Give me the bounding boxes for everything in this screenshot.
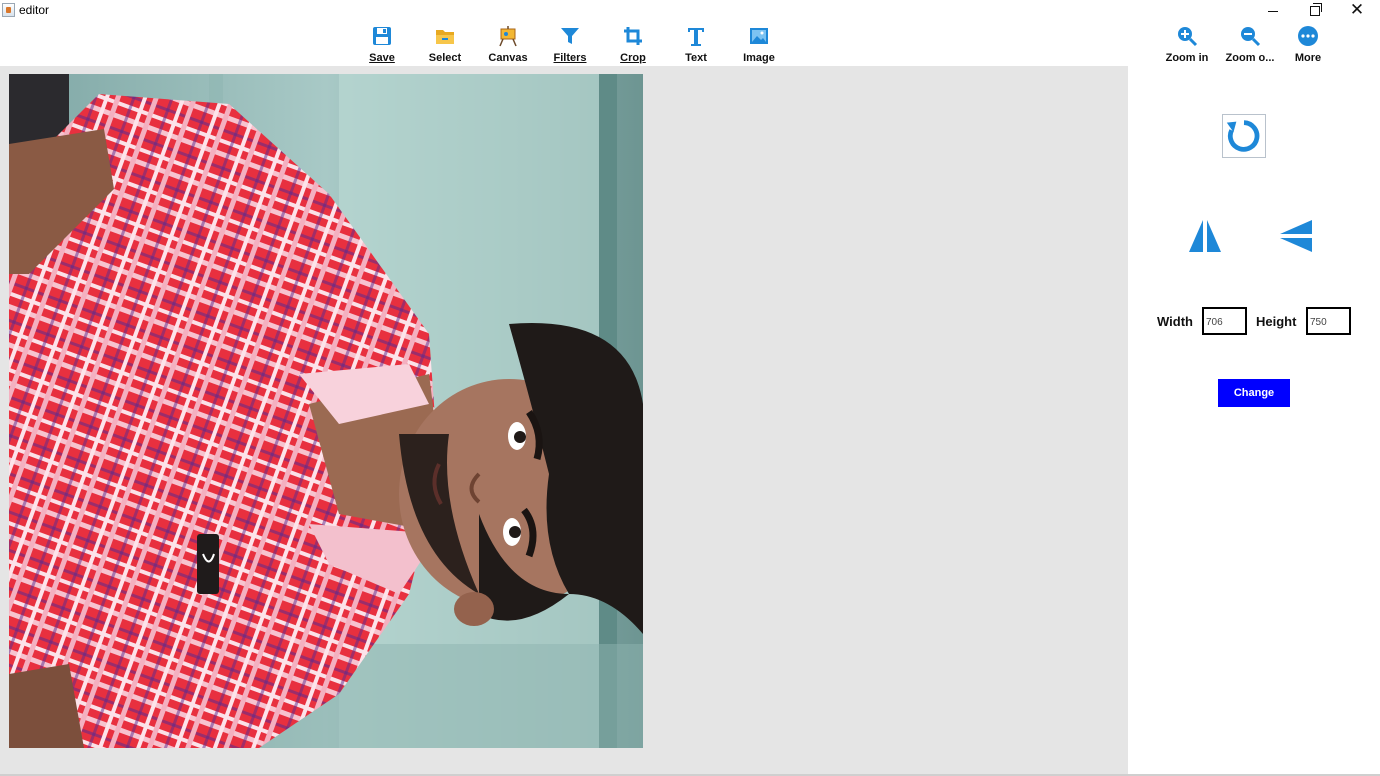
java-cup-icon [2,3,15,17]
photo-image[interactable] [9,74,643,748]
image-label: Image [743,52,775,64]
filters-label: Filters [553,52,587,64]
more-button[interactable]: More [1278,22,1338,66]
canvas-label: Canvas [488,52,528,64]
close-icon: ✕ [1349,0,1365,19]
minimize-button[interactable] [1253,0,1293,20]
window-title: editor [19,3,50,17]
zoom-out-button[interactable]: Zoom o... [1220,22,1280,66]
select-label: Select [428,52,462,64]
title-bar: editor ✕ [0,0,1380,20]
width-input[interactable] [1202,307,1247,335]
change-button[interactable]: Change [1218,379,1290,407]
save-button[interactable]: Save [352,22,412,66]
flip-horizontal-button[interactable] [1186,216,1224,256]
rotate-button[interactable] [1222,114,1266,158]
restore-icon [1310,3,1322,17]
select-button[interactable]: Select [415,22,475,66]
filters-button[interactable]: Filters [540,22,600,66]
height-input[interactable] [1306,307,1351,335]
zoom-out-label: Zoom o... [1225,52,1275,64]
height-label: Height [1256,314,1297,329]
more-icon [1298,26,1318,46]
zoom-out-icon [1241,27,1261,47]
crop-icon [624,27,642,45]
easel-icon [499,26,517,47]
minimize-icon [1268,10,1278,12]
more-label: More [1294,52,1322,64]
zoom-in-button[interactable]: Zoom in [1157,22,1217,66]
text-button[interactable]: Text [666,22,726,66]
zoom-in-label: Zoom in [1165,52,1209,64]
width-label: Width [1157,314,1193,329]
text-label: Text [685,52,707,64]
filter-icon [561,28,579,44]
maximize-button[interactable] [1295,0,1335,20]
image-button[interactable]: Image [729,22,789,66]
side-panel: Width Height Change [1128,66,1380,774]
crop-label: Crop [620,52,646,64]
toolbar: Save Select Canvas Filters Crop Text Ima… [0,20,1380,66]
crop-button[interactable]: Crop [603,22,663,66]
canvas-button[interactable]: Canvas [478,22,538,66]
rotate-icon [1226,120,1260,152]
canvas-area[interactable] [0,66,1128,774]
save-label: Save [369,52,395,64]
flip-vertical-button[interactable] [1276,216,1316,256]
folder-open-icon [436,30,454,44]
text-icon [688,28,704,46]
flip-vertical-icon [1280,220,1312,252]
image-icon [750,28,768,44]
zoom-in-icon [1178,27,1198,47]
close-button[interactable]: ✕ [1337,0,1377,20]
flip-horizontal-icon [1189,220,1221,252]
save-icon [373,27,391,45]
